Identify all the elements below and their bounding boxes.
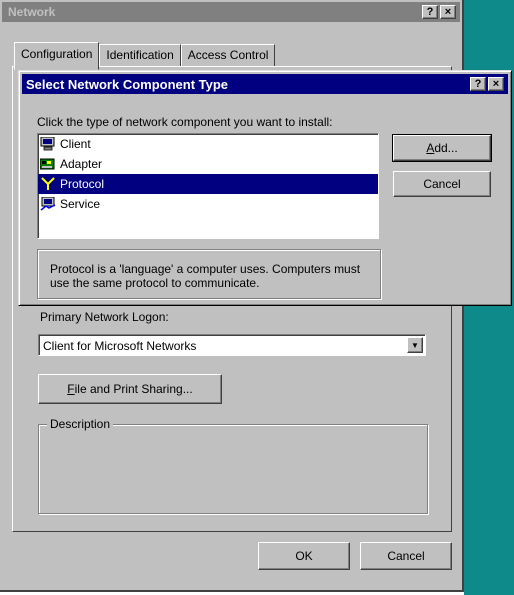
- select-component-dialog: Select Network Component Type ? × Click …: [18, 70, 512, 306]
- computer-icon: [40, 136, 56, 151]
- component-description-box: Protocol is a 'language' a computer uses…: [37, 249, 381, 299]
- dialog-help-button[interactable]: ?: [470, 77, 486, 91]
- network-title: Network: [8, 5, 56, 19]
- dialog-cancel-button[interactable]: Cancel: [393, 171, 491, 197]
- protocol-icon: [40, 177, 56, 191]
- dialog-title: Select Network Component Type: [26, 77, 229, 92]
- description-group: Description: [38, 417, 428, 514]
- network-close-button[interactable]: ×: [440, 5, 456, 19]
- list-item-adapter[interactable]: Adapter: [38, 154, 378, 174]
- list-item-service[interactable]: Service: [38, 194, 378, 214]
- tab-configuration[interactable]: Configuration: [14, 42, 100, 70]
- list-item-client[interactable]: Client: [38, 134, 378, 154]
- component-type-list[interactable]: Client Adapter Protocol Service: [37, 133, 379, 239]
- list-item-protocol[interactable]: Protocol: [38, 174, 378, 194]
- add-button[interactable]: Add...: [392, 134, 492, 162]
- tab-strip: Configuration Identification Access Cont…: [14, 42, 276, 70]
- service-icon: [40, 196, 56, 211]
- network-help-button[interactable]: ?: [422, 5, 438, 19]
- dialog-titlebar[interactable]: Select Network Component Type ? ×: [22, 74, 508, 94]
- primary-logon-value: Client for Microsoft Networks: [43, 339, 197, 353]
- network-titlebar[interactable]: Network ? ×: [2, 2, 460, 22]
- dropdown-arrow-icon[interactable]: ▼: [407, 337, 423, 353]
- primary-logon-select[interactable]: Client for Microsoft Networks ▼: [38, 334, 426, 356]
- component-description: Protocol is a 'language' a computer uses…: [50, 262, 361, 290]
- description-legend: Description: [47, 417, 114, 431]
- file-print-sharing-button[interactable]: File and Print Sharing...: [38, 374, 222, 404]
- dialog-close-button[interactable]: ×: [488, 77, 504, 91]
- ok-button[interactable]: OK: [258, 542, 350, 570]
- primary-logon-label: Primary Network Logon:: [40, 310, 169, 324]
- dialog-prompt: Click the type of network component you …: [37, 115, 333, 129]
- network-card-icon: [39, 157, 56, 171]
- network-cancel-button[interactable]: Cancel: [360, 542, 452, 570]
